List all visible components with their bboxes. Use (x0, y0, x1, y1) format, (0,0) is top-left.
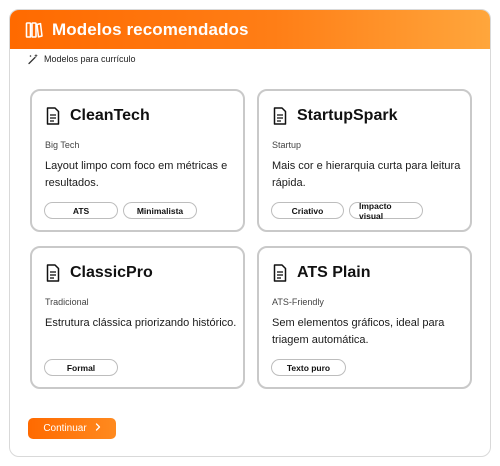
tag-badge: Texto puro (271, 359, 346, 376)
panel-header: Modelos recomendados (10, 10, 490, 49)
continue-button[interactable]: Continuar (28, 418, 116, 439)
books-icon (24, 20, 44, 40)
document-icon (273, 107, 287, 125)
page-title: Modelos recomendados (52, 19, 249, 39)
template-card-startupspark[interactable]: StartupSpark Startup Mais cor e hierarqu… (257, 89, 472, 232)
card-title: ClassicPro (70, 264, 153, 281)
document-icon (273, 264, 287, 282)
template-card-ats-plain[interactable]: ATS Plain ATS-Friendly Sem elementos grá… (257, 246, 472, 389)
card-description: Mais cor e hierarquia curta para leitura… (272, 160, 461, 189)
document-icon (46, 264, 60, 282)
tag-list: Criativo Impacto visual (271, 201, 423, 221)
card-category: ATS-Friendly (272, 297, 324, 307)
card-category: Big Tech (45, 140, 80, 150)
template-card-classicpro[interactable]: ClassicPro Tradicional Estrutura clássic… (30, 246, 245, 389)
magic-wand-icon (27, 53, 39, 65)
section-label: Modelos para currículo (44, 54, 136, 64)
document-icon (46, 107, 60, 125)
card-category: Startup (272, 140, 302, 150)
card-description: Sem elementos gráficos, ideal para triag… (272, 317, 445, 346)
card-category: Tradicional (45, 297, 89, 307)
tag-list: ATS Minimalista (44, 202, 197, 219)
tag-badge: Impacto visual (349, 201, 423, 221)
continue-button-label: Continuar (43, 423, 87, 434)
card-description: Estrutura clássica priorizando histórico… (45, 317, 237, 329)
tag-list: Texto puro (271, 359, 346, 376)
chevron-right-icon (95, 423, 101, 434)
card-title: ATS Plain (297, 264, 371, 281)
tag-badge: Criativo (271, 202, 344, 219)
template-card-cleantech[interactable]: CleanTech Big Tech Layout limpo com foco… (30, 89, 245, 232)
tag-badge: ATS (44, 202, 118, 219)
section-subheader: Modelos para currículo (27, 53, 136, 65)
card-description: Layout limpo com foco em métricas e resu… (45, 160, 228, 189)
card-title: CleanTech (70, 107, 150, 124)
card-title: StartupSpark (297, 107, 398, 124)
tag-badge: Minimalista (123, 202, 197, 219)
tag-badge: Formal (44, 359, 118, 376)
templates-panel: Modelos recomendados Modelos para curríc… (9, 9, 491, 457)
tag-list: Formal (44, 359, 118, 376)
